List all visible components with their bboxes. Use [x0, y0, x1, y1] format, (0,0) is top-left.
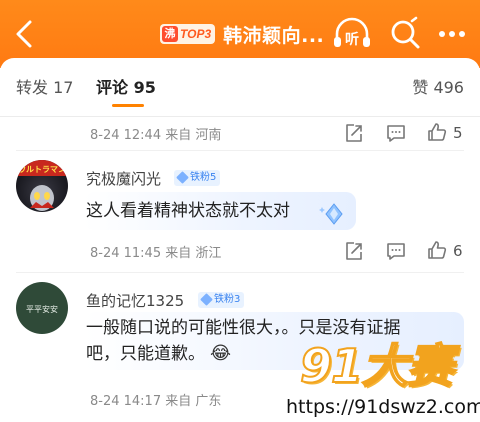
thumbs-up-icon — [428, 123, 447, 141]
fan-badge-label: 铁粉5 — [190, 172, 217, 183]
thumbs-up-icon — [428, 241, 447, 259]
avatar-image: ウルトラマン — [16, 160, 68, 211]
comment-meta: 8-24 12:44 来自 河南 — [90, 128, 222, 143]
comment-icon — [387, 125, 405, 142]
back-button[interactable] — [12, 14, 38, 54]
fan-badge[interactable]: 铁粉5 — [174, 170, 221, 186]
fan-badge-label: 铁粉3 — [214, 294, 241, 305]
avatar-image: 平平安安 — [26, 304, 58, 314]
comment-icon — [387, 243, 405, 260]
tab-bar: 转发 17 评论 95 赞 496 — [0, 58, 480, 107]
avatar[interactable]: ウルトラマン — [16, 160, 68, 212]
post-title-area[interactable]: 沸 TOP3 韩沛颖向... — [160, 20, 324, 48]
comment-text[interactable]: 这人看着精神状态就不太对 — [86, 197, 290, 225]
divider — [16, 272, 464, 273]
share-button[interactable] — [343, 240, 365, 262]
active-tab-indicator — [112, 104, 144, 107]
reply-button[interactable] — [385, 122, 407, 144]
hot-rank-badge: 沸 TOP3 — [160, 24, 216, 44]
share-button[interactable] — [343, 122, 365, 144]
tab-comment[interactable]: 评论 95 — [96, 74, 156, 98]
avatar[interactable]: 平平安安 — [16, 282, 68, 334]
share-icon — [346, 124, 362, 142]
avatar-text: 平平安安 — [26, 304, 58, 314]
more-button[interactable] — [432, 14, 472, 54]
reply-button[interactable] — [385, 240, 407, 262]
divider — [16, 150, 464, 151]
username[interactable]: 鱼的记忆1325 — [86, 290, 184, 311]
like-count: 5 — [453, 124, 463, 142]
comment-meta: 8-24 14:17 来自 广东 — [90, 394, 222, 409]
comment-meta: 8-24 11:45 来自 浙江 — [90, 246, 222, 261]
listen-button[interactable]: 听 — [330, 14, 374, 54]
page-title: 韩沛颖向... — [223, 24, 325, 47]
tab-like[interactable]: 赞 496 — [412, 74, 464, 98]
like-button[interactable] — [426, 121, 448, 143]
like-button[interactable] — [426, 239, 448, 261]
rank-label: TOP3 — [180, 27, 212, 41]
sparkle-diamond-icon — [319, 203, 343, 225]
avatar-logo-text: ウルトラマン — [18, 165, 66, 174]
hot-fire-icon: 沸 — [162, 26, 178, 42]
more-dots-icon — [439, 31, 465, 37]
search-icon — [391, 16, 420, 49]
watermark-logo: 91大赛 — [299, 338, 454, 394]
tab-repost[interactable]: 转发 17 — [16, 74, 73, 98]
chevron-left-icon — [16, 20, 32, 48]
username[interactable]: 究极魔闪光 — [86, 168, 161, 189]
listen-label: 听 — [345, 31, 359, 48]
headphones-icon: 听 — [334, 17, 370, 48]
diamond-icon — [200, 293, 213, 306]
comment-text-line2[interactable]: 吧，只能道歉。 — [86, 340, 205, 368]
watermark-url: https://91dswz2.com — [286, 396, 480, 418]
search-button[interactable] — [385, 14, 425, 54]
fan-badge[interactable]: 铁粉3 — [198, 292, 245, 308]
diamond-icon — [176, 171, 189, 184]
divider — [0, 116, 480, 117]
laugh-cry-emoji-icon: 😂 — [210, 343, 232, 364]
share-icon — [346, 242, 362, 260]
like-count: 6 — [453, 242, 463, 260]
